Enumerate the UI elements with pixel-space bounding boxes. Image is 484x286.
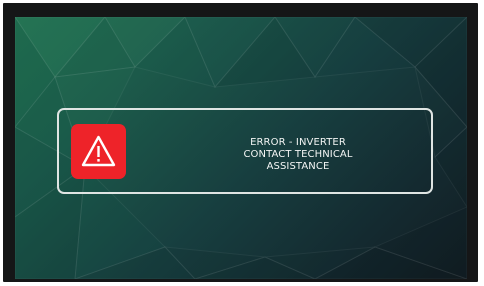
error-message-line-3: ASSISTANCE xyxy=(266,161,330,172)
warning-triangle-icon xyxy=(71,124,126,179)
error-message: ERROR - INVERTER CONTACT TECHNICAL ASSIS… xyxy=(199,137,397,173)
error-message-line-1: ERROR - INVERTER xyxy=(250,137,346,148)
display-screen: ERROR - INVERTER CONTACT TECHNICAL ASSIS… xyxy=(15,17,467,279)
error-alert-box: ERROR - INVERTER CONTACT TECHNICAL ASSIS… xyxy=(57,108,433,194)
error-message-line-2: CONTACT TECHNICAL xyxy=(243,149,353,160)
